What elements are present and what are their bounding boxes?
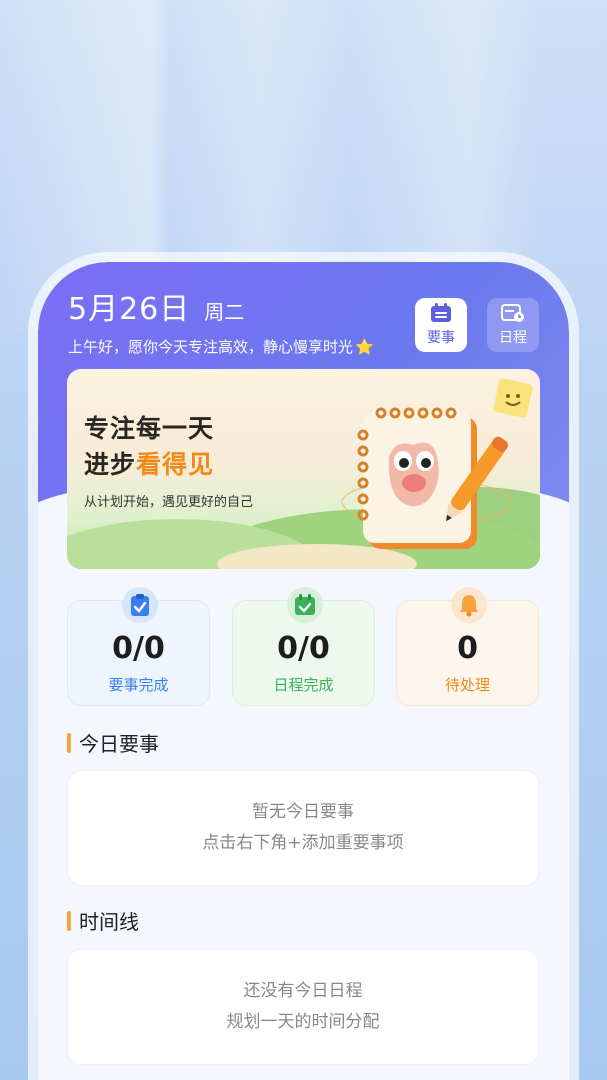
banner-subtitle: 从计划开始，遇见更好的自己 (84, 495, 254, 510)
calendar-check-icon (295, 594, 315, 615)
notebook-mascot-icon (341, 407, 513, 549)
schedule-tab-label: 日程 (499, 330, 527, 346)
empty-state-line2: 规划一天的时间分配 (226, 1012, 380, 1032)
important-tab-label: 要事 (427, 330, 455, 346)
banner-title-highlight: 看得见 (136, 450, 215, 479)
stat-value: 0 (457, 631, 478, 666)
greeting-text: 上午好，愿你今天专注高效，静心慢享时光 ⭐ (68, 336, 374, 357)
timeline-empty-state: 还没有今日日程 规划一天的时间分配 (67, 949, 539, 1065)
date-row: 5月26日 周二 (68, 284, 244, 328)
section-title-text: 时间线 (79, 910, 139, 934)
smiley-note-icon (493, 378, 533, 418)
section-marker (67, 910, 71, 931)
stat-label: 要事完成 (108, 676, 169, 694)
greeting-message: 上午好，愿你今天专注高效，静心慢享时光 (68, 338, 354, 356)
list-calendar-icon (431, 303, 451, 322)
stat-badge (451, 587, 487, 623)
stat-value: 0/0 (277, 631, 330, 666)
stat-card-pending[interactable]: 0 待处理 (396, 587, 539, 706)
motivation-banner: 专注每一天 进步看得见 从计划开始，遇见更好的自己 (67, 369, 540, 569)
banner-title-line2: 进步看得见 (84, 445, 214, 481)
section-title-text: 今日要事 (79, 732, 159, 756)
schedule-tab-button[interactable]: 日程 (487, 298, 539, 352)
date-label: 5月26日 (68, 292, 191, 327)
empty-state-line1: 还没有今日日程 (243, 981, 363, 1001)
star-emoji: ⭐ (355, 338, 374, 356)
banner-title-prefix: 进步 (84, 450, 137, 479)
empty-state-line1: 暂无今日要事 (252, 802, 354, 822)
stat-label: 日程完成 (273, 676, 334, 694)
stat-badge (122, 587, 158, 623)
section-marker (67, 732, 71, 753)
stat-badge (287, 587, 323, 623)
stat-label: 待处理 (444, 676, 490, 694)
section-title-important: 今日要事 (67, 728, 159, 757)
stat-value: 0/0 (112, 631, 165, 666)
bell-icon (460, 595, 478, 617)
calendar-clock-icon (501, 304, 524, 322)
important-tab-button[interactable]: 要事 (415, 298, 467, 352)
weekday-label: 周二 (204, 300, 245, 324)
important-empty-state: 暂无今日要事 点击右下角+添加重要事项 (67, 770, 539, 886)
stat-card-schedule[interactable]: 0/0 日程完成 (232, 587, 375, 706)
section-title-timeline: 时间线 (67, 906, 139, 935)
empty-state-line2: 点击右下角+添加重要事项 (202, 833, 404, 853)
stat-card-important[interactable]: 0/0 要事完成 (67, 587, 210, 706)
clipboard-check-icon (131, 594, 149, 616)
banner-title-line1: 专注每一天 (84, 414, 215, 443)
app-frame: 5月26日 周二 上午好，愿你今天专注高效，静心慢享时光 ⭐ 要事 日程 专注每… (38, 262, 569, 1080)
